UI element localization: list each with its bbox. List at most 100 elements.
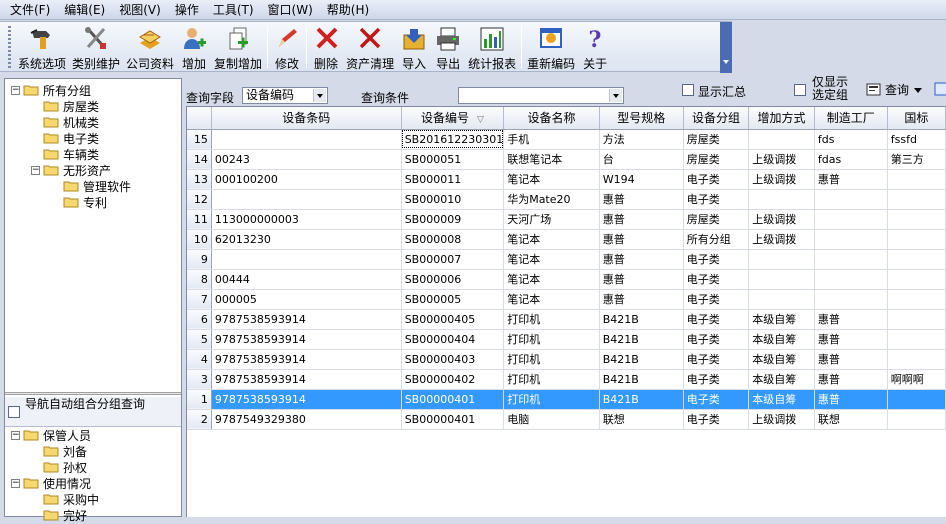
table-cell[interactable]: 手机 [503, 129, 600, 150]
toolbar-button-copy-add[interactable]: 复制增加 [211, 22, 265, 72]
table-cell[interactable]: B421B [599, 389, 684, 410]
table-cell[interactable] [748, 289, 815, 310]
column-header[interactable]: 设备条码 [211, 107, 402, 130]
table-cell[interactable]: 惠普 [599, 189, 684, 210]
table-cell[interactable]: 000005 [211, 289, 402, 310]
table-cell[interactable]: B421B [599, 309, 684, 330]
table-cell[interactable]: SB000006 [401, 269, 505, 290]
table-cell[interactable]: 联想 [599, 409, 684, 430]
table-cell[interactable] [814, 269, 888, 290]
table-cell[interactable] [887, 289, 946, 310]
tree-expander-icon[interactable]: − [11, 430, 20, 440]
table-cell[interactable] [887, 329, 946, 350]
query-field-select[interactable]: 设备编码 [242, 87, 328, 104]
table-cell[interactable]: SB000005 [401, 289, 505, 310]
column-header[interactable]: 型号规格 [599, 107, 684, 130]
tree-node[interactable]: 专利 [51, 194, 107, 210]
table-cell[interactable]: 惠普 [599, 229, 684, 250]
table-cell[interactable]: 所有分组 [683, 229, 750, 250]
auto-group-checkbox[interactable] [8, 406, 20, 418]
table-cell[interactable]: 惠普 [599, 289, 684, 310]
table-cell[interactable]: 联想 [814, 409, 888, 430]
table-cell[interactable] [748, 189, 815, 210]
table-cell[interactable]: 笔记本 [503, 169, 600, 190]
table-cell[interactable]: 方法 [599, 129, 684, 150]
table-cell[interactable] [211, 249, 402, 270]
toolbar-button-add[interactable]: 增加 [177, 22, 211, 72]
table-cell[interactable] [211, 189, 402, 210]
table-cell[interactable]: 本级自筹 [748, 309, 815, 330]
column-header[interactable]: 制造工厂 [814, 107, 888, 130]
table-cell[interactable]: 电子类 [683, 409, 750, 430]
tree-node[interactable]: 孙权 [31, 459, 87, 475]
tree-node[interactable]: 机械类 [31, 114, 99, 130]
table-cell[interactable]: SB000011 [401, 169, 505, 190]
menu-item-6[interactable]: 帮助(H) [327, 1, 369, 18]
toolbar-button-system-options[interactable]: 系统选项 [15, 22, 69, 72]
column-header[interactable]: 设备名称 [503, 107, 600, 130]
table-cell[interactable]: 上级调拨 [748, 149, 815, 170]
table-cell[interactable] [814, 229, 888, 250]
table-cell[interactable] [887, 269, 946, 290]
table-row[interactable]: 11 113000000003 SB000009 天河广场 惠普 房屋类 上级调拨 [187, 209, 946, 230]
table-cell[interactable]: fssfd [887, 129, 946, 150]
table-cell[interactable]: 62013230 [211, 229, 402, 250]
table-row[interactable]: 1 9787538593914 SB00000401 打印机 B421B 电子类 本级自筹惠… [187, 389, 946, 410]
table-cell[interactable]: 笔记本 [503, 249, 600, 270]
toolbar-button-recode[interactable]: 重新编码 [524, 22, 578, 72]
table-cell[interactable]: 啊啊啊 [887, 369, 946, 390]
table-cell[interactable]: SB000010 [401, 189, 505, 210]
column-header[interactable]: 国标 [887, 107, 946, 130]
table-cell[interactable]: 惠普 [599, 209, 684, 230]
table-cell[interactable]: 9787538593914 [211, 309, 402, 330]
table-cell[interactable]: 113000000003 [211, 209, 402, 230]
table-cell[interactable]: SB00000401 [401, 409, 505, 430]
table-cell[interactable]: 上级调拨 [748, 229, 815, 250]
tree-node[interactable]: 车辆类 [31, 146, 99, 162]
table-cell[interactable]: 电子类 [683, 329, 750, 350]
column-header[interactable]: 增加方式 [748, 107, 815, 130]
table-cell[interactable]: 台 [599, 149, 684, 170]
table-cell[interactable]: 天河广场 [503, 209, 600, 230]
tree-expander-icon[interactable]: − [31, 165, 40, 175]
table-cell[interactable] [887, 189, 946, 210]
table-cell[interactable]: 电子类 [683, 169, 750, 190]
table-cell[interactable]: 惠普 [814, 389, 888, 410]
table-cell[interactable]: B421B [599, 349, 684, 370]
tree-node[interactable]: 管理软件 [51, 178, 131, 194]
table-cell[interactable]: 惠普 [599, 269, 684, 290]
tree-node[interactable]: − 使用情况 [11, 475, 91, 491]
table-cell[interactable]: 00444 [211, 269, 402, 290]
table-cell[interactable]: 房屋类 [683, 149, 750, 170]
table-cell[interactable]: 打印机 [503, 309, 600, 330]
toolbar-button-export-printer[interactable]: 导出 [431, 22, 465, 72]
table-cell[interactable]: 联想笔记本 [503, 149, 600, 170]
table-cell[interactable]: SB201612230301 [401, 129, 505, 150]
window-icon[interactable] [934, 82, 946, 96]
table-cell[interactable]: SB00000405 [401, 309, 505, 330]
menu-item-1[interactable]: 编辑(E) [64, 1, 105, 18]
table-cell[interactable]: SB00000402 [401, 369, 505, 390]
table-cell[interactable]: 上级调拨 [748, 169, 815, 190]
table-cell[interactable]: 9787549329380 [211, 409, 402, 430]
table-cell[interactable]: SB000009 [401, 209, 505, 230]
table-cell[interactable]: SB000008 [401, 229, 505, 250]
table-cell[interactable]: W194 [599, 169, 684, 190]
toolbar-button-edit-pen[interactable]: 修改 [270, 22, 304, 72]
table-cell[interactable] [814, 289, 888, 310]
table-cell[interactable]: 电子类 [683, 309, 750, 330]
table-cell[interactable]: B421B [599, 329, 684, 350]
tree-node[interactable]: 电子类 [31, 130, 99, 146]
tree-node[interactable]: − 无形资产 [31, 162, 111, 178]
table-row[interactable]: 14 00243 SB000051 联想笔记本台房屋类 上级调拨 fdas 第三方 [187, 149, 946, 170]
tree-node[interactable]: − 所有分组 [11, 82, 91, 98]
table-cell[interactable] [748, 129, 815, 150]
table-cell[interactable]: 00243 [211, 149, 402, 170]
table-cell[interactable]: 惠普 [814, 349, 888, 370]
table-cell[interactable] [887, 349, 946, 370]
table-cell[interactable]: 9787538593914 [211, 369, 402, 390]
table-cell[interactable]: 电子类 [683, 189, 750, 210]
tree-node[interactable]: 采购中 [31, 491, 99, 507]
menu-item-0[interactable]: 文件(F) [10, 1, 50, 18]
table-cell[interactable]: 笔记本 [503, 229, 600, 250]
